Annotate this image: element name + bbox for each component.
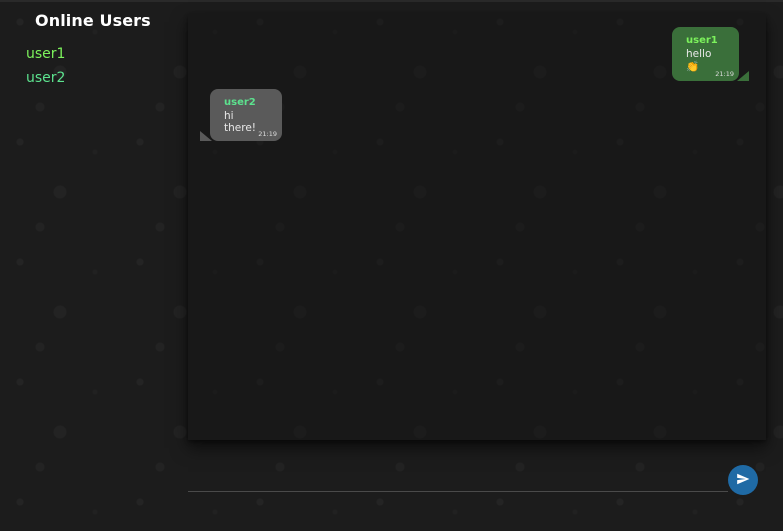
- message-bubble-sent: user1 hello 👏 21:19: [672, 27, 749, 81]
- message-sender: user1: [686, 35, 718, 46]
- chat-messages-panel[interactable]: user1 hello 👏 21:19 user2 hi there! 21:1…: [188, 14, 766, 440]
- send-button[interactable]: [728, 465, 758, 495]
- message-composer: [188, 464, 728, 492]
- send-icon: [736, 472, 750, 489]
- message-timestamp: 21:19: [258, 130, 277, 138]
- user-list-item[interactable]: user1: [26, 42, 65, 66]
- chat-app: Online Users user1 user2 user1 hello 👏 2…: [0, 0, 783, 531]
- message-sender: user2: [224, 97, 256, 108]
- message-timestamp: 21:19: [715, 70, 734, 78]
- bubble-tail: [737, 71, 749, 81]
- user-list-item[interactable]: user2: [26, 66, 65, 90]
- online-users-title: Online Users: [35, 11, 151, 30]
- online-users-sidebar: Online Users user1 user2: [0, 2, 178, 531]
- bubble-tail: [200, 131, 212, 141]
- message-bubble-received: user2 hi there! 21:19: [200, 89, 282, 141]
- online-users-list: user1 user2: [26, 42, 65, 90]
- message-input[interactable]: [188, 464, 728, 492]
